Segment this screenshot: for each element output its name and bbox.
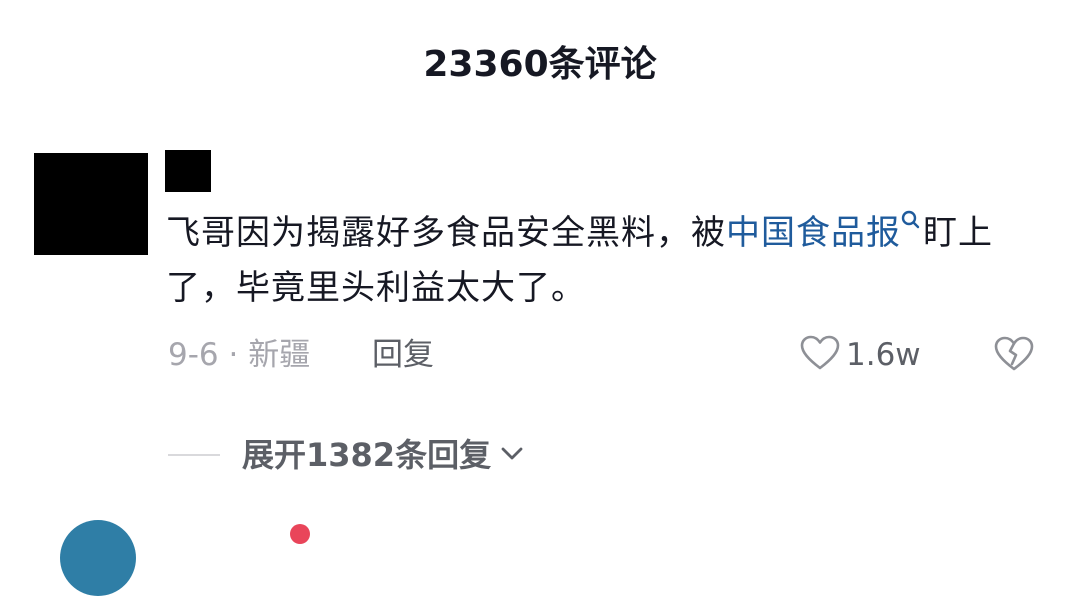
chevron-down-icon	[491, 438, 527, 472]
heart-outline-icon	[800, 335, 840, 375]
expand-divider-line	[168, 454, 220, 456]
comment-meta-row: 9-6 · 新疆 回复 1.6w	[168, 330, 1048, 380]
expand-replies-label: 展开1382条回复	[242, 436, 492, 474]
like-count: 1.6w	[846, 337, 921, 373]
comment-text-before: 飞哥因为揭露好多食品安全黑料，被	[166, 213, 726, 253]
search-icon[interactable]	[901, 210, 923, 236]
next-comment-badge-icon	[290, 524, 310, 544]
comment-count-title: 23360条评论	[423, 44, 657, 85]
reply-button[interactable]: 回复	[372, 336, 434, 374]
expand-replies-button[interactable]: 展开1382条回复	[168, 432, 527, 478]
broken-heart-icon[interactable]	[994, 336, 1034, 374]
mention-link[interactable]: 中国食品报	[726, 213, 901, 253]
username-redacted[interactable]	[165, 150, 211, 192]
comment-body: 飞哥因为揭露好多食品安全黑料，被中国食品报 盯上了，毕竟里头利益太大了。	[166, 206, 1026, 316]
avatar-redacted[interactable]	[34, 153, 148, 255]
next-comment-avatar[interactable]	[60, 520, 136, 596]
like-button[interactable]: 1.6w	[800, 335, 921, 375]
comment-date-location: 9-6 · 新疆	[168, 337, 311, 373]
